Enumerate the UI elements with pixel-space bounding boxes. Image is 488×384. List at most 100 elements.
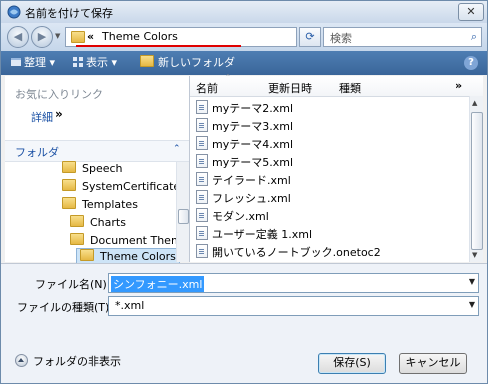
column-header-row: 名前 ⌃ 更新日時 種類 » xyxy=(190,73,483,97)
folder-icon xyxy=(70,233,84,245)
file-name: myテーマ4.xml xyxy=(212,138,294,151)
address-bar: ◀ ▶ ▼ « Theme Colors ▼ ⟳ 検索 ⌕ xyxy=(1,23,487,51)
column-header-date[interactable]: 更新日時 xyxy=(268,80,312,96)
filetype-value: *.xml xyxy=(115,299,145,312)
file-list-scrollbar[interactable]: ▲ ▼ xyxy=(469,96,483,262)
file-name: myテーマ5.xml xyxy=(212,156,294,169)
new-folder-label: 新しいフォルダ xyxy=(158,56,235,69)
file-name: ユーザー定義 1.xml xyxy=(212,228,313,241)
organize-label: 整理 ▾ xyxy=(24,56,56,69)
file-name: モダン.xml xyxy=(212,210,269,223)
onenote-file-icon xyxy=(196,244,208,258)
forward-arrow-icon: ▶ xyxy=(37,30,47,43)
tree-item-charts[interactable]: Charts xyxy=(70,214,126,232)
folders-header[interactable]: フォルダ ⌃ xyxy=(5,140,189,162)
command-toolbar: 整理 ▾ 表示 ▾ 新しいフォルダ ? xyxy=(1,51,487,75)
views-label: 表示 ▾ xyxy=(86,56,118,69)
path-segment-theme-colors[interactable]: Theme Colors xyxy=(102,30,178,43)
collapse-chevron-icon[interactable]: ⌃ xyxy=(173,144,181,154)
more-columns-icon[interactable]: » xyxy=(455,79,462,92)
red-underline-annotation xyxy=(76,45,241,47)
column-header-name[interactable]: 名前 xyxy=(196,80,218,96)
column-header-type[interactable]: 種類 xyxy=(339,80,361,96)
organize-icon xyxy=(11,58,21,66)
sort-ascending-icon: ⌃ xyxy=(225,73,231,81)
navigation-pane: お気に入りリンク 詳細 » フォルダ ⌃ Speech SystemCertif… xyxy=(5,76,190,265)
file-row[interactable]: モダン.xml xyxy=(196,208,269,226)
views-icon xyxy=(73,57,83,67)
folder-icon xyxy=(80,249,94,261)
help-icon: ? xyxy=(468,57,474,68)
recent-pages-dropdown[interactable]: ▼ xyxy=(55,32,60,40)
favorite-links-heading: お気に入りリンク xyxy=(15,88,103,101)
xml-file-icon xyxy=(196,136,208,150)
folder-icon xyxy=(62,197,76,209)
search-icon[interactable]: ⌕ xyxy=(471,30,477,44)
file-name: フレッシュ.xml xyxy=(212,192,291,205)
scroll-down-arrow-icon[interactable]: ▼ xyxy=(472,251,477,259)
file-list-pane: 名前 ⌃ 更新日時 種類 » myテーマ2.xml myテーマ3.xml myテ… xyxy=(190,73,483,262)
file-name: myテーマ2.xml xyxy=(212,102,294,115)
folders-heading: フォルダ xyxy=(15,146,59,159)
xml-file-icon xyxy=(196,172,208,186)
tree-item-label: Speech xyxy=(82,162,123,175)
window-title: 名前を付けて保存 xyxy=(25,7,113,20)
help-button[interactable]: ? xyxy=(464,56,478,70)
filename-dropdown-icon[interactable]: ▼ xyxy=(469,277,475,286)
xml-file-icon xyxy=(196,118,208,132)
new-folder-button[interactable]: 新しいフォルダ xyxy=(140,51,235,75)
save-form-panel: ファイル名(N): シンフォニー.xml ▼ ファイルの種類(T): *.xml… xyxy=(1,263,487,383)
details-link[interactable]: 詳細 xyxy=(31,109,53,125)
refresh-button[interactable]: ⟳ xyxy=(299,27,321,47)
folder-icon xyxy=(70,215,84,227)
scroll-up-arrow-icon[interactable]: ▲ xyxy=(472,99,477,107)
scrollbar-thumb[interactable] xyxy=(178,209,189,224)
hide-folders-toggle[interactable]: フォルダの非表示 xyxy=(15,353,121,369)
back-arrow-icon: ◀ xyxy=(13,30,23,43)
xml-file-icon xyxy=(196,208,208,222)
cancel-button[interactable]: キャンセル xyxy=(399,353,467,374)
address-path-field[interactable]: « Theme Colors ▼ xyxy=(65,27,352,47)
hide-folders-label: フォルダの非表示 xyxy=(33,355,121,368)
tree-item-label: Theme Colors xyxy=(100,250,176,263)
tree-item-speech[interactable]: Speech xyxy=(62,160,123,178)
filename-label: ファイル名(N): xyxy=(35,278,111,291)
save-as-dialog: 名前を付けて保存 ✕ ◀ ▶ ▼ « Theme Colors ▼ ⟳ 検索 ⌕… xyxy=(0,0,488,384)
tree-item-label: SystemCertificates xyxy=(82,180,186,193)
folder-tree-scrollbar[interactable] xyxy=(176,162,189,262)
views-menu[interactable]: 表示 ▾ xyxy=(73,51,117,75)
save-dialog-icon xyxy=(7,5,21,19)
file-row[interactable]: myテーマ4.xml xyxy=(196,136,293,154)
tree-item-templates[interactable]: Templates xyxy=(62,196,138,214)
file-row[interactable]: myテーマ3.xml xyxy=(196,118,293,136)
filename-value: シンフォニー.xml xyxy=(111,276,205,292)
xml-file-icon xyxy=(196,154,208,168)
filetype-select[interactable]: *.xml ▼ xyxy=(108,296,479,316)
path-overflow-chevron[interactable]: « xyxy=(87,30,94,43)
file-row[interactable]: フレッシュ.xml xyxy=(196,190,291,208)
filetype-dropdown-icon[interactable]: ▼ xyxy=(469,300,475,309)
tree-item-systemcertificates[interactable]: SystemCertificates xyxy=(62,178,186,196)
xml-file-icon xyxy=(196,190,208,204)
search-placeholder: 検索 xyxy=(330,32,352,45)
close-icon: ✕ xyxy=(466,5,476,18)
back-button[interactable]: ◀ xyxy=(7,26,29,48)
file-row[interactable]: 開いているノートブック.onetoc2 xyxy=(196,244,381,262)
file-row[interactable]: myテーマ5.xml xyxy=(196,154,293,172)
details-arrow-icon[interactable]: » xyxy=(55,107,63,121)
folder-icon xyxy=(62,179,76,191)
organize-menu[interactable]: 整理 ▾ xyxy=(11,51,55,75)
filename-field[interactable]: シンフォニー.xml ▼ xyxy=(108,273,479,293)
save-button[interactable]: 保存(S) xyxy=(318,353,386,374)
tree-item-label: Templates xyxy=(82,198,138,211)
scrollbar-thumb[interactable] xyxy=(471,112,483,250)
close-button[interactable]: ✕ xyxy=(458,3,484,21)
file-name: myテーマ3.xml xyxy=(212,120,294,133)
search-input[interactable]: 検索 ⌕ xyxy=(323,27,482,47)
file-row[interactable]: テイラード.xml xyxy=(196,172,291,190)
new-folder-icon xyxy=(140,55,154,67)
file-row[interactable]: myテーマ2.xml xyxy=(196,100,293,118)
forward-button[interactable]: ▶ xyxy=(31,26,53,48)
file-row[interactable]: ユーザー定義 1.xml xyxy=(196,226,312,244)
xml-file-icon xyxy=(196,100,208,114)
